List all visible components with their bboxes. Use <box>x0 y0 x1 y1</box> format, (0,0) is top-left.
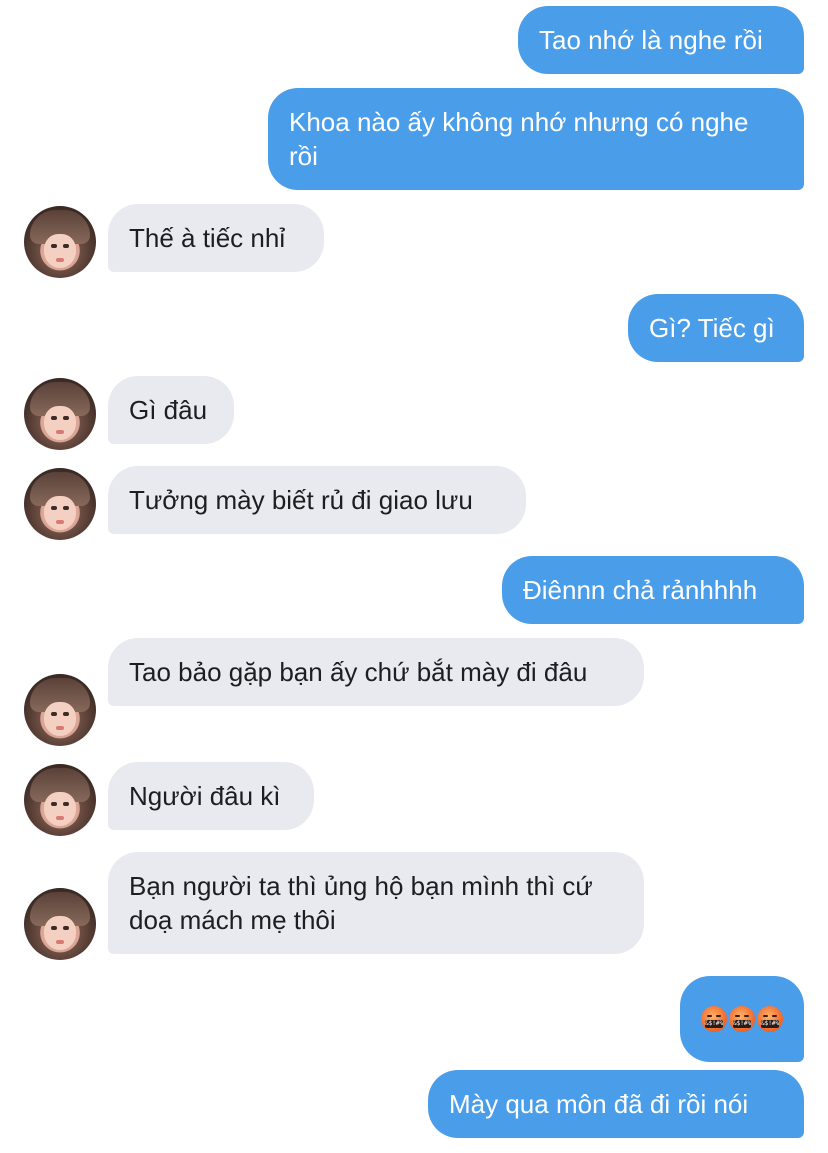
contact-avatar[interactable] <box>24 674 96 746</box>
contact-avatar[interactable] <box>24 468 96 540</box>
outgoing-message[interactable]: Mày qua môn đã đi rồi nói <box>428 1070 804 1138</box>
incoming-message[interactable]: Người đâu kì <box>108 762 314 830</box>
incoming-message[interactable]: Bạn người ta thì ủng hộ bạn mình thì cứ … <box>108 852 644 954</box>
incoming-message[interactable]: Tao bảo gặp bạn ấy chứ bắt mày đi đâu <box>108 638 644 706</box>
contact-avatar[interactable] <box>24 378 96 450</box>
outgoing-message[interactable]: Điênnn chả rảnhhhh <box>502 556 804 624</box>
incoming-message[interactable]: Thế à tiếc nhỉ <box>108 204 324 272</box>
outgoing-message[interactable]: Tao nhớ là nghe rồi <box>518 6 804 74</box>
outgoing-message[interactable]: Khoa nào ấy không nhớ nhưng có nghe rồi <box>268 88 804 190</box>
emoji-group: &$!#% &$!#% &$!#% <box>701 1002 783 1036</box>
contact-avatar[interactable] <box>24 888 96 960</box>
contact-avatar[interactable] <box>24 764 96 836</box>
outgoing-message[interactable]: Gì? Tiếc gì <box>628 294 804 362</box>
face-with-symbols-on-mouth-icon: &$!#% <box>729 1006 755 1032</box>
outgoing-emoji-message[interactable]: &$!#% &$!#% &$!#% <box>680 976 804 1062</box>
contact-avatar[interactable] <box>24 206 96 278</box>
face-with-symbols-on-mouth-icon: &$!#% <box>701 1006 727 1032</box>
face-with-symbols-on-mouth-icon: &$!#% <box>757 1006 783 1032</box>
incoming-message[interactable]: Gì đâu <box>108 376 234 444</box>
incoming-message[interactable]: Tưởng mày biết rủ đi giao lưu <box>108 466 526 534</box>
